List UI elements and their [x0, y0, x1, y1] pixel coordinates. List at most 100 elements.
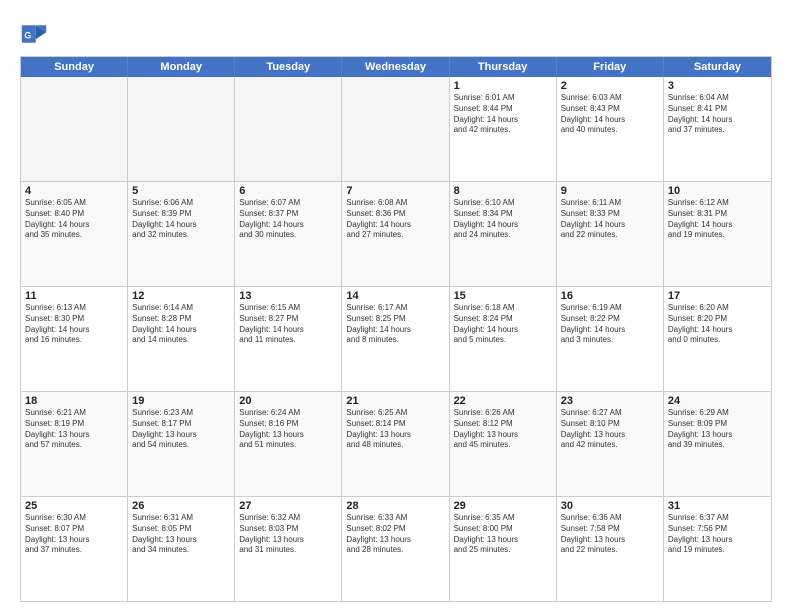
day-info: Sunrise: 6:32 AM Sunset: 8:03 PM Dayligh…: [239, 513, 337, 556]
day-info: Sunrise: 6:11 AM Sunset: 8:33 PM Dayligh…: [561, 198, 659, 241]
calendar-cell: [342, 77, 449, 181]
day-info: Sunrise: 6:37 AM Sunset: 7:56 PM Dayligh…: [668, 513, 767, 556]
day-number: 25: [25, 500, 123, 512]
day-number: 15: [454, 290, 552, 302]
calendar-cell: 23Sunrise: 6:27 AM Sunset: 8:10 PM Dayli…: [557, 392, 664, 496]
logo-icon: G: [20, 20, 48, 48]
calendar-cell: [235, 77, 342, 181]
day-number: 30: [561, 500, 659, 512]
day-number: 21: [346, 395, 444, 407]
calendar-cell: 7Sunrise: 6:08 AM Sunset: 8:36 PM Daylig…: [342, 182, 449, 286]
day-number: 5: [132, 185, 230, 197]
day-info: Sunrise: 6:30 AM Sunset: 8:07 PM Dayligh…: [25, 513, 123, 556]
day-info: Sunrise: 6:13 AM Sunset: 8:30 PM Dayligh…: [25, 303, 123, 346]
calendar-cell: 6Sunrise: 6:07 AM Sunset: 8:37 PM Daylig…: [235, 182, 342, 286]
day-number: 26: [132, 500, 230, 512]
day-info: Sunrise: 6:01 AM Sunset: 8:44 PM Dayligh…: [454, 93, 552, 136]
calendar-cell: 16Sunrise: 6:19 AM Sunset: 8:22 PM Dayli…: [557, 287, 664, 391]
day-number: 9: [561, 185, 659, 197]
svg-text:G: G: [24, 30, 31, 40]
day-info: Sunrise: 6:25 AM Sunset: 8:14 PM Dayligh…: [346, 408, 444, 451]
day-info: Sunrise: 6:20 AM Sunset: 8:20 PM Dayligh…: [668, 303, 767, 346]
calendar-cell: 11Sunrise: 6:13 AM Sunset: 8:30 PM Dayli…: [21, 287, 128, 391]
calendar-cell: 22Sunrise: 6:26 AM Sunset: 8:12 PM Dayli…: [450, 392, 557, 496]
header-day-friday: Friday: [557, 57, 664, 77]
calendar-cell: 8Sunrise: 6:10 AM Sunset: 8:34 PM Daylig…: [450, 182, 557, 286]
day-number: 6: [239, 185, 337, 197]
calendar-cell: 25Sunrise: 6:30 AM Sunset: 8:07 PM Dayli…: [21, 497, 128, 601]
day-info: Sunrise: 6:04 AM Sunset: 8:41 PM Dayligh…: [668, 93, 767, 136]
header-day-monday: Monday: [128, 57, 235, 77]
header-day-saturday: Saturday: [664, 57, 771, 77]
day-info: Sunrise: 6:12 AM Sunset: 8:31 PM Dayligh…: [668, 198, 767, 241]
day-number: 31: [668, 500, 767, 512]
calendar-cell: 4Sunrise: 6:05 AM Sunset: 8:40 PM Daylig…: [21, 182, 128, 286]
day-info: Sunrise: 6:29 AM Sunset: 8:09 PM Dayligh…: [668, 408, 767, 451]
calendar-cell: 2Sunrise: 6:03 AM Sunset: 8:43 PM Daylig…: [557, 77, 664, 181]
calendar-cell: 24Sunrise: 6:29 AM Sunset: 8:09 PM Dayli…: [664, 392, 771, 496]
header-day-thursday: Thursday: [450, 57, 557, 77]
calendar-cell: 29Sunrise: 6:35 AM Sunset: 8:00 PM Dayli…: [450, 497, 557, 601]
calendar-row-2: 4Sunrise: 6:05 AM Sunset: 8:40 PM Daylig…: [21, 181, 771, 286]
day-info: Sunrise: 6:08 AM Sunset: 8:36 PM Dayligh…: [346, 198, 444, 241]
day-number: 4: [25, 185, 123, 197]
day-info: Sunrise: 6:23 AM Sunset: 8:17 PM Dayligh…: [132, 408, 230, 451]
calendar-row-3: 11Sunrise: 6:13 AM Sunset: 8:30 PM Dayli…: [21, 286, 771, 391]
day-number: 2: [561, 80, 659, 92]
day-info: Sunrise: 6:15 AM Sunset: 8:27 PM Dayligh…: [239, 303, 337, 346]
calendar-cell: 5Sunrise: 6:06 AM Sunset: 8:39 PM Daylig…: [128, 182, 235, 286]
calendar-cell: 18Sunrise: 6:21 AM Sunset: 8:19 PM Dayli…: [21, 392, 128, 496]
calendar-cell: [21, 77, 128, 181]
day-number: 22: [454, 395, 552, 407]
calendar-cell: 3Sunrise: 6:04 AM Sunset: 8:41 PM Daylig…: [664, 77, 771, 181]
calendar-row-4: 18Sunrise: 6:21 AM Sunset: 8:19 PM Dayli…: [21, 391, 771, 496]
day-number: 13: [239, 290, 337, 302]
header-day-wednesday: Wednesday: [342, 57, 449, 77]
header-day-tuesday: Tuesday: [235, 57, 342, 77]
calendar-cell: 27Sunrise: 6:32 AM Sunset: 8:03 PM Dayli…: [235, 497, 342, 601]
day-number: 16: [561, 290, 659, 302]
day-number: 24: [668, 395, 767, 407]
day-number: 19: [132, 395, 230, 407]
day-number: 7: [346, 185, 444, 197]
day-number: 28: [346, 500, 444, 512]
day-number: 10: [668, 185, 767, 197]
day-info: Sunrise: 6:14 AM Sunset: 8:28 PM Dayligh…: [132, 303, 230, 346]
day-number: 18: [25, 395, 123, 407]
calendar-cell: 28Sunrise: 6:33 AM Sunset: 8:02 PM Dayli…: [342, 497, 449, 601]
header: G: [20, 16, 772, 48]
calendar-cell: 13Sunrise: 6:15 AM Sunset: 8:27 PM Dayli…: [235, 287, 342, 391]
calendar-header: SundayMondayTuesdayWednesdayThursdayFrid…: [21, 57, 771, 77]
calendar: SundayMondayTuesdayWednesdayThursdayFrid…: [20, 56, 772, 602]
day-info: Sunrise: 6:17 AM Sunset: 8:25 PM Dayligh…: [346, 303, 444, 346]
page: G SundayMondayTuesdayWednesdayThursdayFr…: [0, 0, 792, 612]
day-number: 14: [346, 290, 444, 302]
day-info: Sunrise: 6:19 AM Sunset: 8:22 PM Dayligh…: [561, 303, 659, 346]
calendar-cell: 10Sunrise: 6:12 AM Sunset: 8:31 PM Dayli…: [664, 182, 771, 286]
day-info: Sunrise: 6:18 AM Sunset: 8:24 PM Dayligh…: [454, 303, 552, 346]
day-info: Sunrise: 6:36 AM Sunset: 7:58 PM Dayligh…: [561, 513, 659, 556]
day-info: Sunrise: 6:31 AM Sunset: 8:05 PM Dayligh…: [132, 513, 230, 556]
calendar-cell: 1Sunrise: 6:01 AM Sunset: 8:44 PM Daylig…: [450, 77, 557, 181]
day-info: Sunrise: 6:05 AM Sunset: 8:40 PM Dayligh…: [25, 198, 123, 241]
day-number: 11: [25, 290, 123, 302]
day-number: 1: [454, 80, 552, 92]
calendar-body: 1Sunrise: 6:01 AM Sunset: 8:44 PM Daylig…: [21, 77, 771, 601]
day-info: Sunrise: 6:21 AM Sunset: 8:19 PM Dayligh…: [25, 408, 123, 451]
calendar-cell: 12Sunrise: 6:14 AM Sunset: 8:28 PM Dayli…: [128, 287, 235, 391]
day-info: Sunrise: 6:06 AM Sunset: 8:39 PM Dayligh…: [132, 198, 230, 241]
calendar-cell: 26Sunrise: 6:31 AM Sunset: 8:05 PM Dayli…: [128, 497, 235, 601]
calendar-cell: 21Sunrise: 6:25 AM Sunset: 8:14 PM Dayli…: [342, 392, 449, 496]
day-number: 20: [239, 395, 337, 407]
day-info: Sunrise: 6:07 AM Sunset: 8:37 PM Dayligh…: [239, 198, 337, 241]
day-number: 27: [239, 500, 337, 512]
day-number: 12: [132, 290, 230, 302]
calendar-row-5: 25Sunrise: 6:30 AM Sunset: 8:07 PM Dayli…: [21, 496, 771, 601]
day-info: Sunrise: 6:26 AM Sunset: 8:12 PM Dayligh…: [454, 408, 552, 451]
day-number: 23: [561, 395, 659, 407]
day-info: Sunrise: 6:33 AM Sunset: 8:02 PM Dayligh…: [346, 513, 444, 556]
calendar-cell: 20Sunrise: 6:24 AM Sunset: 8:16 PM Dayli…: [235, 392, 342, 496]
header-day-sunday: Sunday: [21, 57, 128, 77]
calendar-cell: [128, 77, 235, 181]
calendar-cell: 17Sunrise: 6:20 AM Sunset: 8:20 PM Dayli…: [664, 287, 771, 391]
